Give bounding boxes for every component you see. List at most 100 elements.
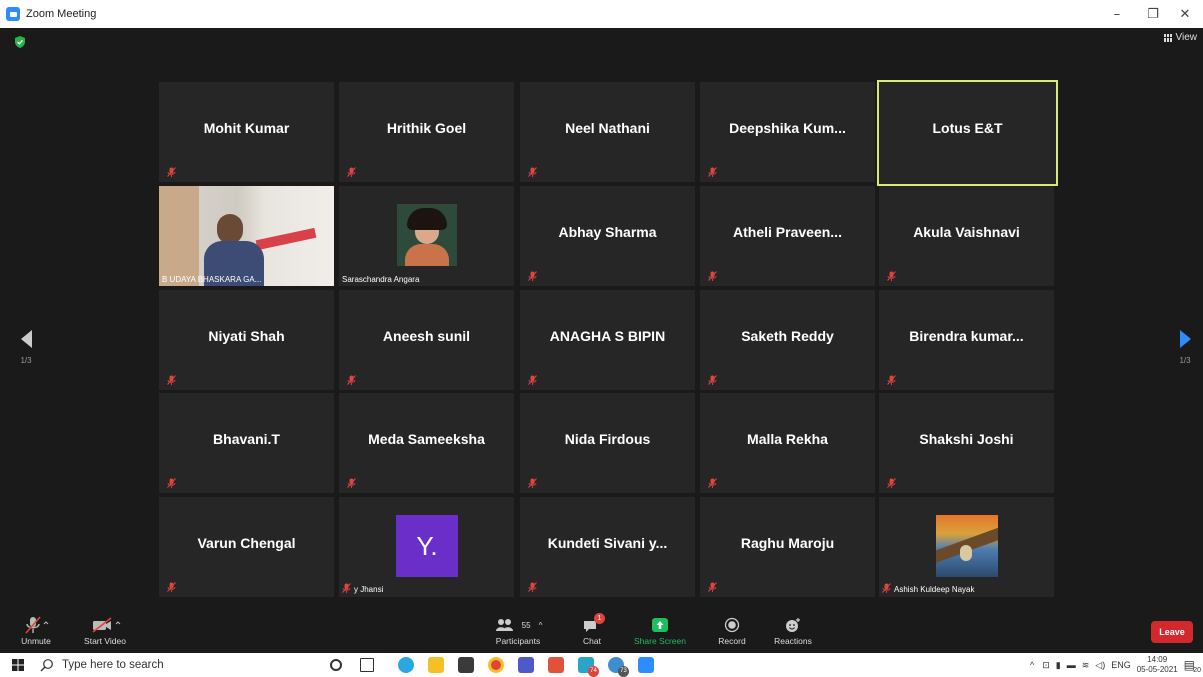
profile-painting xyxy=(936,515,998,577)
muted-mic-icon xyxy=(887,372,896,385)
unmute-button[interactable]: Unmute xyxy=(16,614,56,646)
encryption-shield-icon[interactable] xyxy=(14,36,26,48)
restore-button[interactable]: ❐ xyxy=(1135,0,1171,28)
app-badge-73-icon[interactable]: 73 xyxy=(608,657,629,677)
start-video-button[interactable]: Start Video xyxy=(75,614,135,646)
power-icon[interactable]: ▮ xyxy=(1056,660,1061,671)
participant-caption: Saraschandra Angara xyxy=(342,275,419,284)
participant-tile[interactable]: B UDAYA BHASKARA GA... xyxy=(159,186,334,286)
muted-mic-icon xyxy=(347,164,356,177)
participant-tile[interactable]: Raghu Maroju xyxy=(700,497,875,597)
participant-tile[interactable]: Saketh Reddy xyxy=(700,290,875,390)
participant-tile[interactable]: Abhay Sharma xyxy=(520,186,695,286)
file-explorer-icon[interactable] xyxy=(428,657,444,673)
participant-name: Raghu Maroju xyxy=(740,535,835,551)
zoom-taskbar-icon[interactable] xyxy=(638,657,654,673)
participant-name: Hrithik Goel xyxy=(386,120,467,136)
search-placeholder: Type here to search xyxy=(62,659,164,671)
video-person xyxy=(217,214,243,244)
participant-tile[interactable]: Niyati Shah xyxy=(159,290,334,390)
show-hidden-icons-icon[interactable]: ^ xyxy=(1030,660,1034,670)
edge-icon[interactable] xyxy=(398,657,414,673)
teams-icon[interactable] xyxy=(518,657,534,673)
window-title: Zoom Meeting xyxy=(26,8,97,20)
muted-mic-icon xyxy=(167,372,176,385)
close-button[interactable]: ✕ xyxy=(1167,0,1203,28)
wifi-icon[interactable]: ≋ xyxy=(1082,660,1090,671)
next-page-button[interactable]: 1/3 xyxy=(1175,330,1195,365)
view-button[interactable]: View xyxy=(1163,32,1197,43)
participant-tile[interactable]: Nida Firdous xyxy=(520,393,695,493)
participant-tile[interactable]: Bhavani.T xyxy=(159,393,334,493)
muted-mic-icon xyxy=(528,579,537,592)
device-icon[interactable]: ⊡ xyxy=(1042,660,1050,671)
participant-name: Bhavani.T xyxy=(213,431,280,447)
task-view-icon[interactable] xyxy=(360,658,374,672)
participant-tile[interactable]: Meda Sameeksha xyxy=(339,393,514,493)
participant-tile[interactable]: Y. y Jhansi xyxy=(339,497,514,597)
windows-start-icon[interactable] xyxy=(12,659,24,671)
participants-label: Participants xyxy=(495,636,541,646)
muted-mic-icon xyxy=(528,475,537,488)
chat-button[interactable]: 1 Chat xyxy=(572,613,612,646)
app-badge-74-icon[interactable]: 74 xyxy=(578,657,599,677)
participant-tile[interactable]: Hrithik Goel xyxy=(339,82,514,182)
grid-view-icon xyxy=(1163,33,1173,42)
participants-icon: 55 ^ xyxy=(478,614,558,636)
muted-mic-icon xyxy=(882,583,891,595)
window-titlebar: Zoom Meeting – ❐ ✕ xyxy=(0,0,1203,28)
participant-caption-text: y Jhansi xyxy=(354,584,384,594)
participant-name: ANAGHA S BIPIN xyxy=(549,328,666,344)
participant-name: Meda Sameeksha xyxy=(368,431,485,447)
anydesk-icon[interactable] xyxy=(548,657,564,673)
previous-page-button[interactable]: 1/3 xyxy=(16,330,36,365)
muted-mic-icon xyxy=(708,475,717,488)
clock-time: 14:09 xyxy=(1147,655,1168,664)
participant-tile[interactable]: Mohit Kumar xyxy=(159,82,334,182)
taskbar-search[interactable]: Type here to search xyxy=(40,653,310,677)
participant-tile[interactable]: Aneesh sunil xyxy=(339,290,514,390)
participant-tile[interactable]: Deepshika Kum... xyxy=(700,82,875,182)
participant-caption: Ashish Kuldeep Nayak xyxy=(882,583,975,595)
reactions-icon xyxy=(768,614,818,636)
participant-name: Lotus E&T xyxy=(932,120,1003,136)
video-window-element xyxy=(159,186,199,286)
participant-tile[interactable]: Malla Rekha xyxy=(700,393,875,493)
language-indicator[interactable]: ENG xyxy=(1111,660,1131,670)
participant-tile[interactable]: Varun Chengal xyxy=(159,497,334,597)
muted-mic-icon xyxy=(708,372,717,385)
cortana-icon[interactable] xyxy=(330,659,342,671)
participants-caret-icon[interactable]: ^ xyxy=(539,621,543,630)
volume-icon[interactable]: ◁) xyxy=(1095,660,1105,671)
participant-tile[interactable]: Kundeti Sivani y... xyxy=(520,497,695,597)
participant-tile[interactable]: Ashish Kuldeep Nayak xyxy=(879,497,1054,597)
participants-button[interactable]: 55 ^ Participants xyxy=(478,614,558,646)
minimize-button[interactable]: – xyxy=(1099,0,1135,28)
participant-tile[interactable]: Shakshi Joshi xyxy=(879,393,1054,493)
participant-tile[interactable]: Atheli Praveen... xyxy=(700,186,875,286)
participant-tile[interactable]: Saraschandra Angara xyxy=(339,186,514,286)
participant-tile[interactable]: ANAGHA S BIPIN xyxy=(520,290,695,390)
store-icon[interactable] xyxy=(458,657,474,673)
participant-tile[interactable]: Birendra kumar... xyxy=(879,290,1054,390)
participant-tile[interactable]: Lotus E&T xyxy=(877,80,1058,186)
record-button[interactable]: Record xyxy=(710,614,754,646)
participant-caption-text: B UDAYA BHASKARA GA... xyxy=(162,275,262,284)
battery-icon[interactable]: ▬ xyxy=(1067,660,1076,670)
participant-tile[interactable]: Neel Nathani xyxy=(520,82,695,182)
leave-button[interactable]: Leave xyxy=(1151,621,1193,643)
notifications-icon[interactable]: ▤ 20 xyxy=(1184,658,1201,674)
chrome-icon[interactable] xyxy=(488,657,504,673)
participant-name: Nida Firdous xyxy=(564,431,651,447)
muted-mic-icon xyxy=(342,583,351,595)
taskbar-clock[interactable]: 14:09 05-05-2021 xyxy=(1137,655,1178,675)
profile-photo xyxy=(397,204,457,266)
zoom-app-icon xyxy=(6,7,20,21)
left-arrow-icon xyxy=(20,330,32,348)
page-indicator-right: 1/3 xyxy=(1179,356,1191,365)
participant-tile[interactable]: Akula Vaishnavi xyxy=(879,186,1054,286)
share-screen-icon xyxy=(628,614,692,636)
chat-badge: 1 xyxy=(594,613,605,624)
reactions-button[interactable]: Reactions xyxy=(768,614,818,646)
share-screen-button[interactable]: Share Screen xyxy=(628,614,692,646)
